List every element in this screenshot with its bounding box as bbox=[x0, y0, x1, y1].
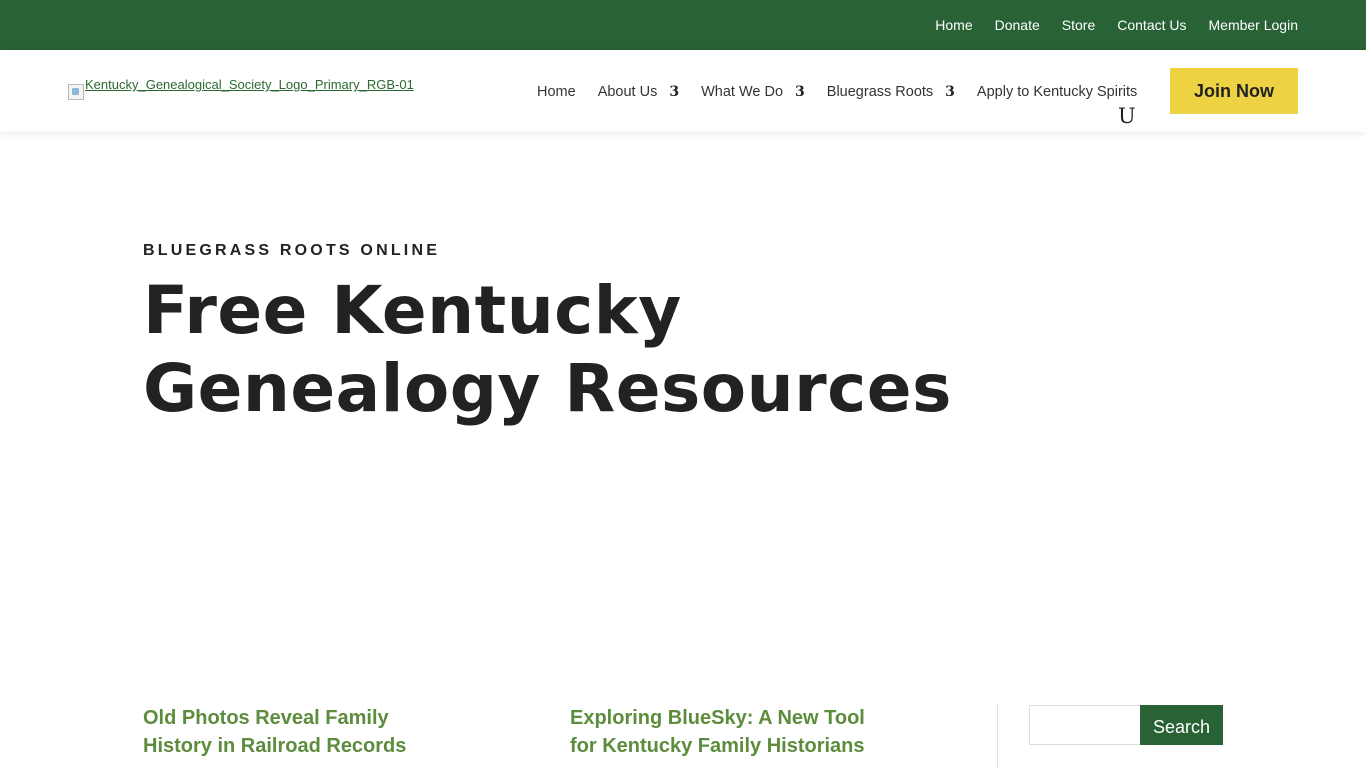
nav-item-what-we-do[interactable]: What We Do 3 bbox=[701, 84, 805, 100]
post-title-link[interactable]: Exploring BlueSky: A New Tool for Kentuc… bbox=[570, 704, 870, 760]
nav-item-label: Bluegrass Roots bbox=[826, 84, 934, 100]
search-input[interactable] bbox=[1029, 705, 1141, 745]
nav-item-bluegrass-roots[interactable]: Bluegrass Roots 3 bbox=[827, 84, 955, 100]
utility-nav: Home Donate Store Contact Us Member Logi… bbox=[935, 0, 1298, 50]
nav-item-label: Home bbox=[537, 84, 576, 100]
dropdown-chevron-icon: 3 bbox=[945, 84, 955, 100]
dropdown-chevron-icon: 3 bbox=[795, 84, 805, 100]
hero-title: Free Kentucky Genealogy Resources bbox=[143, 272, 1043, 428]
site-logo-link[interactable]: Kentucky_Genealogical_Society_Logo_Prima… bbox=[68, 76, 414, 100]
hero-kicker: BLUEGRASS ROOTS ONLINE bbox=[143, 242, 441, 259]
utility-link-home[interactable]: Home bbox=[935, 18, 972, 32]
join-now-button[interactable]: Join Now bbox=[1170, 68, 1298, 114]
hero-title-line-2: Genealogy Resources bbox=[143, 350, 952, 427]
nav-item-home[interactable]: Home bbox=[537, 84, 576, 100]
submenu-toggle-glyph[interactable]: U bbox=[1118, 106, 1136, 127]
utility-link-store[interactable]: Store bbox=[1062, 18, 1095, 32]
broken-image-icon bbox=[68, 84, 84, 100]
top-utility-bar: Home Donate Store Contact Us Member Logi… bbox=[0, 0, 1366, 50]
site-header: Kentucky_Genealogical_Society_Logo_Prima… bbox=[0, 50, 1366, 132]
sidebar-divider bbox=[997, 704, 998, 768]
utility-link-donate[interactable]: Donate bbox=[995, 18, 1040, 32]
nav-item-label: What We Do bbox=[701, 84, 784, 100]
nav-item-label: Apply to Kentucky Spirits bbox=[976, 84, 1138, 100]
post-title-link[interactable]: Old Photos Reveal Family History in Rail… bbox=[143, 704, 443, 760]
utility-link-member-login[interactable]: Member Login bbox=[1209, 18, 1299, 32]
nav-item-apply-kentucky-spirits[interactable]: Apply to Kentucky Spirits bbox=[977, 84, 1137, 100]
search-button[interactable]: Search bbox=[1140, 705, 1223, 745]
nav-item-label: About Us bbox=[597, 84, 658, 100]
utility-link-contact-us[interactable]: Contact Us bbox=[1117, 18, 1186, 32]
hero-title-line-1: Free Kentucky bbox=[143, 272, 682, 349]
logo-alt-text: Kentucky_Genealogical_Society_Logo_Prima… bbox=[85, 77, 414, 92]
main-nav: Home About Us 3 What We Do 3 Bluegrass R… bbox=[537, 84, 1137, 100]
dropdown-chevron-icon: 3 bbox=[669, 84, 680, 100]
nav-item-about-us[interactable]: About Us 3 bbox=[598, 84, 679, 100]
